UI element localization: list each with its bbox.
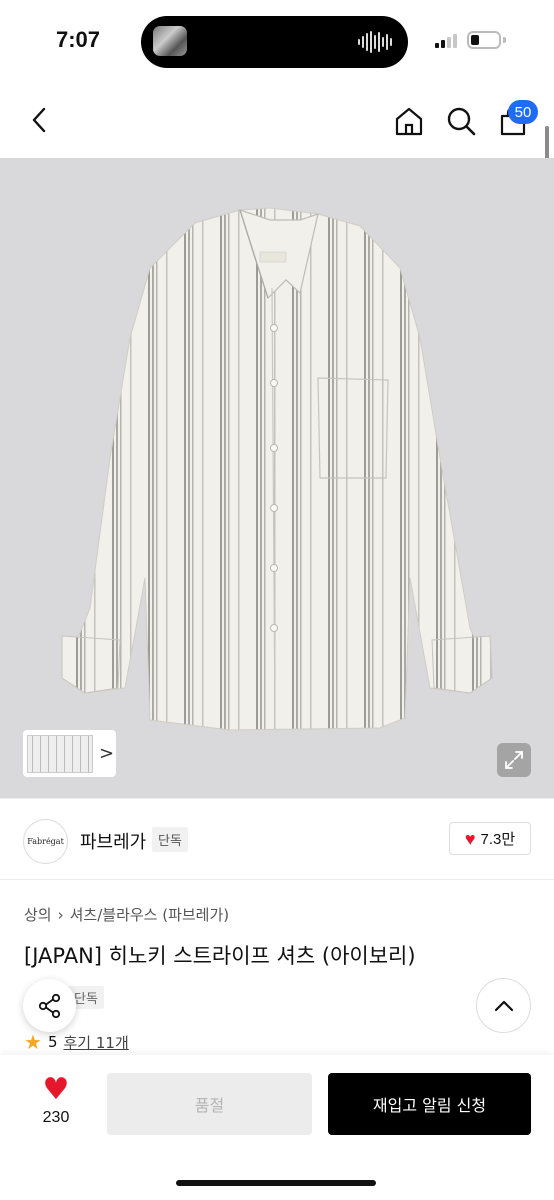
product-image[interactable]	[0, 158, 554, 798]
now-playing-thumbnail	[153, 26, 187, 56]
soldout-button: 품절	[107, 1073, 312, 1135]
review-link[interactable]: 후기 11개	[63, 1032, 128, 1053]
share-icon	[38, 993, 60, 1018]
brand-logo[interactable]: Fabrégat	[23, 819, 68, 864]
breadcrumb-item[interactable]: 셔츠/블라우스 (파브레가)	[70, 904, 230, 925]
brand-like-button[interactable]: ♥ 7.3만	[449, 822, 531, 855]
dynamic-island	[141, 16, 408, 68]
gallery-thumbnail-strip[interactable]: >	[23, 730, 116, 777]
chevron-up-icon	[494, 1000, 513, 1011]
wishlist-count: 230	[42, 1109, 70, 1126]
home-indicator	[176, 1180, 376, 1186]
audio-wave-icon	[358, 30, 392, 54]
breadcrumb: 상의 › 셔츠/블라우스 (파브레가)	[24, 904, 229, 925]
chevron-left-icon	[32, 107, 46, 133]
heart-icon: ♥	[464, 828, 476, 849]
home-icon	[395, 107, 423, 136]
expand-image-button[interactable]	[497, 743, 531, 777]
restock-alert-button[interactable]: 재입고 알림 신청	[328, 1073, 531, 1135]
home-button[interactable]	[390, 102, 428, 140]
brand-name[interactable]: 파브레가	[80, 828, 146, 854]
top-nav	[0, 84, 554, 158]
gallery-thumbnail[interactable]	[27, 734, 93, 773]
chevron-right-icon: ›	[57, 905, 64, 924]
battery-tip	[503, 37, 506, 43]
rating-row: ★ 5 후기 11개	[24, 1030, 129, 1054]
signal-icon	[435, 32, 457, 48]
brand-row: Fabrégat 파브레가 단독 ♥ 7.3만	[0, 798, 554, 880]
bottom-action-bar: ♥ 230 품절 재입고 알림 신청	[0, 1055, 554, 1200]
back-button[interactable]	[22, 102, 58, 138]
cart-count-badge: 50	[508, 100, 538, 124]
heart-icon: ♥	[42, 1072, 70, 1107]
share-button[interactable]	[23, 979, 76, 1032]
exclusive-badge: 단독	[152, 827, 188, 852]
breadcrumb-item[interactable]: 상의	[24, 904, 52, 925]
brand-like-count: 7.3만	[480, 831, 516, 848]
rating-value: 5	[47, 1033, 58, 1051]
chevron-right-icon[interactable]: >	[99, 743, 114, 764]
expand-icon	[505, 751, 523, 769]
product-title: [JAPAN] 히노키 스트라이프 셔츠 (아이보리)	[24, 944, 416, 968]
scroll-to-top-button[interactable]	[476, 978, 531, 1033]
wishlist-button[interactable]: ♥ 230	[30, 1075, 82, 1127]
clock: 7:07	[56, 27, 101, 52]
star-icon: ★	[24, 1030, 42, 1054]
status-bar: 7:07	[0, 0, 554, 84]
battery-icon	[467, 31, 501, 49]
shirt-illustration	[61, 207, 493, 731]
search-icon	[447, 107, 476, 136]
search-button[interactable]	[442, 102, 480, 140]
